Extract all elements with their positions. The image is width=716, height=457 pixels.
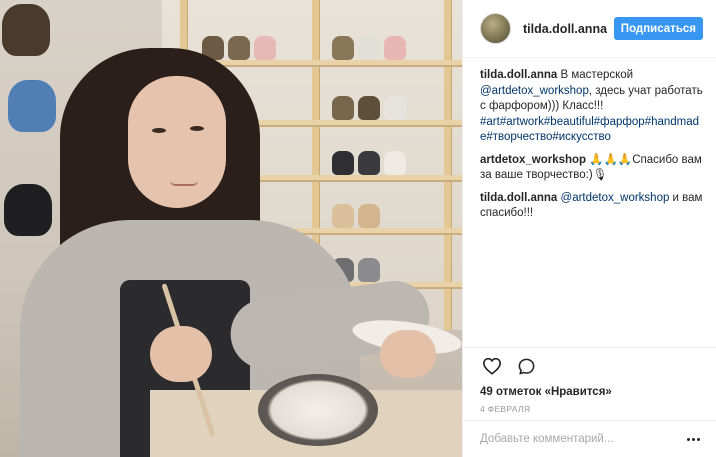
comment-text: В мастерской xyxy=(557,69,634,81)
ceramic-figure xyxy=(358,204,380,228)
ceramic-figure xyxy=(358,151,380,175)
ceramic-figure xyxy=(332,204,354,228)
action-bar xyxy=(480,348,700,384)
likes-count[interactable]: 49 отметок «Нравится» xyxy=(480,386,700,398)
person-eye xyxy=(190,126,204,131)
comment-username[interactable]: tilda.doll.anna xyxy=(480,69,557,81)
person-face xyxy=(128,76,226,208)
skull-figure xyxy=(2,4,50,56)
instagram-post: tilda.doll.anna Подписаться tilda.doll.a… xyxy=(0,0,716,457)
skull-figure xyxy=(4,184,52,236)
ceramic-figure xyxy=(358,96,380,120)
ceramic-figure xyxy=(384,151,406,175)
person-hand xyxy=(380,330,436,378)
comment-username[interactable]: artdetox_workshop xyxy=(480,154,586,166)
comment-item: artdetox_workshop 🙏🙏🙏Спасибо вам за ваше… xyxy=(480,153,704,184)
add-comment-bar xyxy=(463,420,716,457)
ceramic-figure xyxy=(228,36,250,60)
ceramic-figure xyxy=(332,36,354,60)
avatar[interactable] xyxy=(480,13,511,44)
post-photo[interactable] xyxy=(0,0,462,457)
ceramic-figure xyxy=(384,96,406,120)
ceramic-figure xyxy=(384,36,406,60)
skull-figure xyxy=(8,80,56,132)
header-username[interactable]: tilda.doll.anna xyxy=(523,22,614,36)
person-mouth xyxy=(170,180,198,186)
ceramic-figure xyxy=(358,36,380,60)
comment-link[interactable]: @artdetox_workshop xyxy=(480,85,589,97)
comment-item: tilda.doll.anna @artdetox_workshop и вам… xyxy=(480,191,704,222)
comments-list: tilda.doll.anna В мастерской @artdetox_w… xyxy=(480,68,704,229)
ceramic-figure xyxy=(254,36,276,60)
more-icon[interactable] xyxy=(680,429,700,449)
shelf-post xyxy=(444,0,452,330)
porcelain-bowl xyxy=(258,374,378,446)
comment-link[interactable]: #art#artwork#beautiful#фарфор#handmade#т… xyxy=(480,116,699,144)
comment-link[interactable]: @artdetox_workshop xyxy=(561,192,670,204)
ceramic-figure xyxy=(332,151,354,175)
ceramic-figure xyxy=(332,96,354,120)
post-date: 4 ФЕВРАЛЯ xyxy=(480,404,531,414)
ceramic-figure xyxy=(358,258,380,282)
person-eye xyxy=(152,128,166,133)
comment-input[interactable] xyxy=(480,433,680,445)
post-header: tilda.doll.anna Подписаться xyxy=(463,0,716,58)
heart-icon[interactable] xyxy=(480,354,504,378)
comment-icon[interactable] xyxy=(514,354,538,378)
post-actions: 49 отметок «Нравится» 4 ФЕВРАЛЯ xyxy=(463,347,716,414)
person-hand xyxy=(150,326,212,382)
post-side-panel: tilda.doll.anna Подписаться tilda.doll.a… xyxy=(462,0,716,457)
comment-item: tilda.doll.anna В мастерской @artdetox_w… xyxy=(480,68,704,146)
follow-button[interactable]: Подписаться xyxy=(613,17,703,40)
comment-username[interactable]: tilda.doll.anna xyxy=(480,192,557,204)
